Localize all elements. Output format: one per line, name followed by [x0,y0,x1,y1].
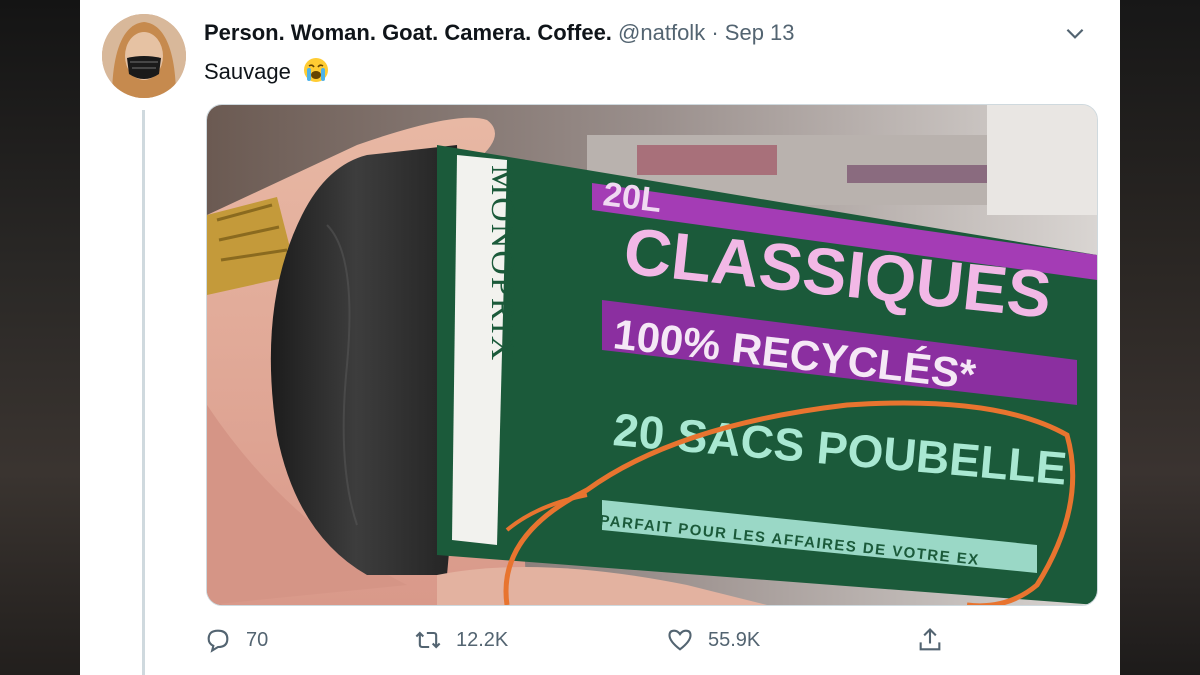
retweet-button[interactable]: 12.2K [414,620,508,660]
like-count: 55.9K [708,628,761,651]
reply-icon [207,629,229,653]
heart-icon [668,629,692,651]
blurred-background-right [1120,0,1200,675]
avatar[interactable] [102,14,186,98]
tweet-header: Person. Woman. Goat. Camera. Coffee. @na… [204,18,795,48]
retweet-icon [415,631,441,649]
thread-line [142,110,145,675]
brand-label: MONOPRIX [484,165,521,362]
loudly-crying-face-icon [303,58,328,82]
tweet-text-body: Sauvage [204,59,291,84]
reply-count: 70 [246,628,269,651]
tweet-text: Sauvage [204,57,329,87]
blurred-background-left [0,0,80,675]
tweet-date[interactable]: Sep 13 [725,20,795,45]
display-name[interactable]: Person. Woman. Goat. Camera. Coffee. [204,20,612,45]
handle[interactable]: @natfolk [618,20,705,45]
retweet-count: 12.2K [456,628,509,651]
separator: · [711,20,719,45]
tweet-card[interactable]: Person. Woman. Goat. Camera. Coffee. @na… [80,0,1120,675]
tweet-photo[interactable]: MONOPRIX 20L CLASSIQUES 100% RECYCLÉS* 2… [206,104,1098,606]
share-button[interactable] [916,620,958,660]
reply-button[interactable]: 70 [204,620,268,660]
chevron-down-icon[interactable] [1062,20,1088,46]
share-icon [919,628,941,651]
tweet-actions: 70 12.2K 55.9K [204,620,1064,660]
like-button[interactable]: 55.9K [666,620,760,660]
